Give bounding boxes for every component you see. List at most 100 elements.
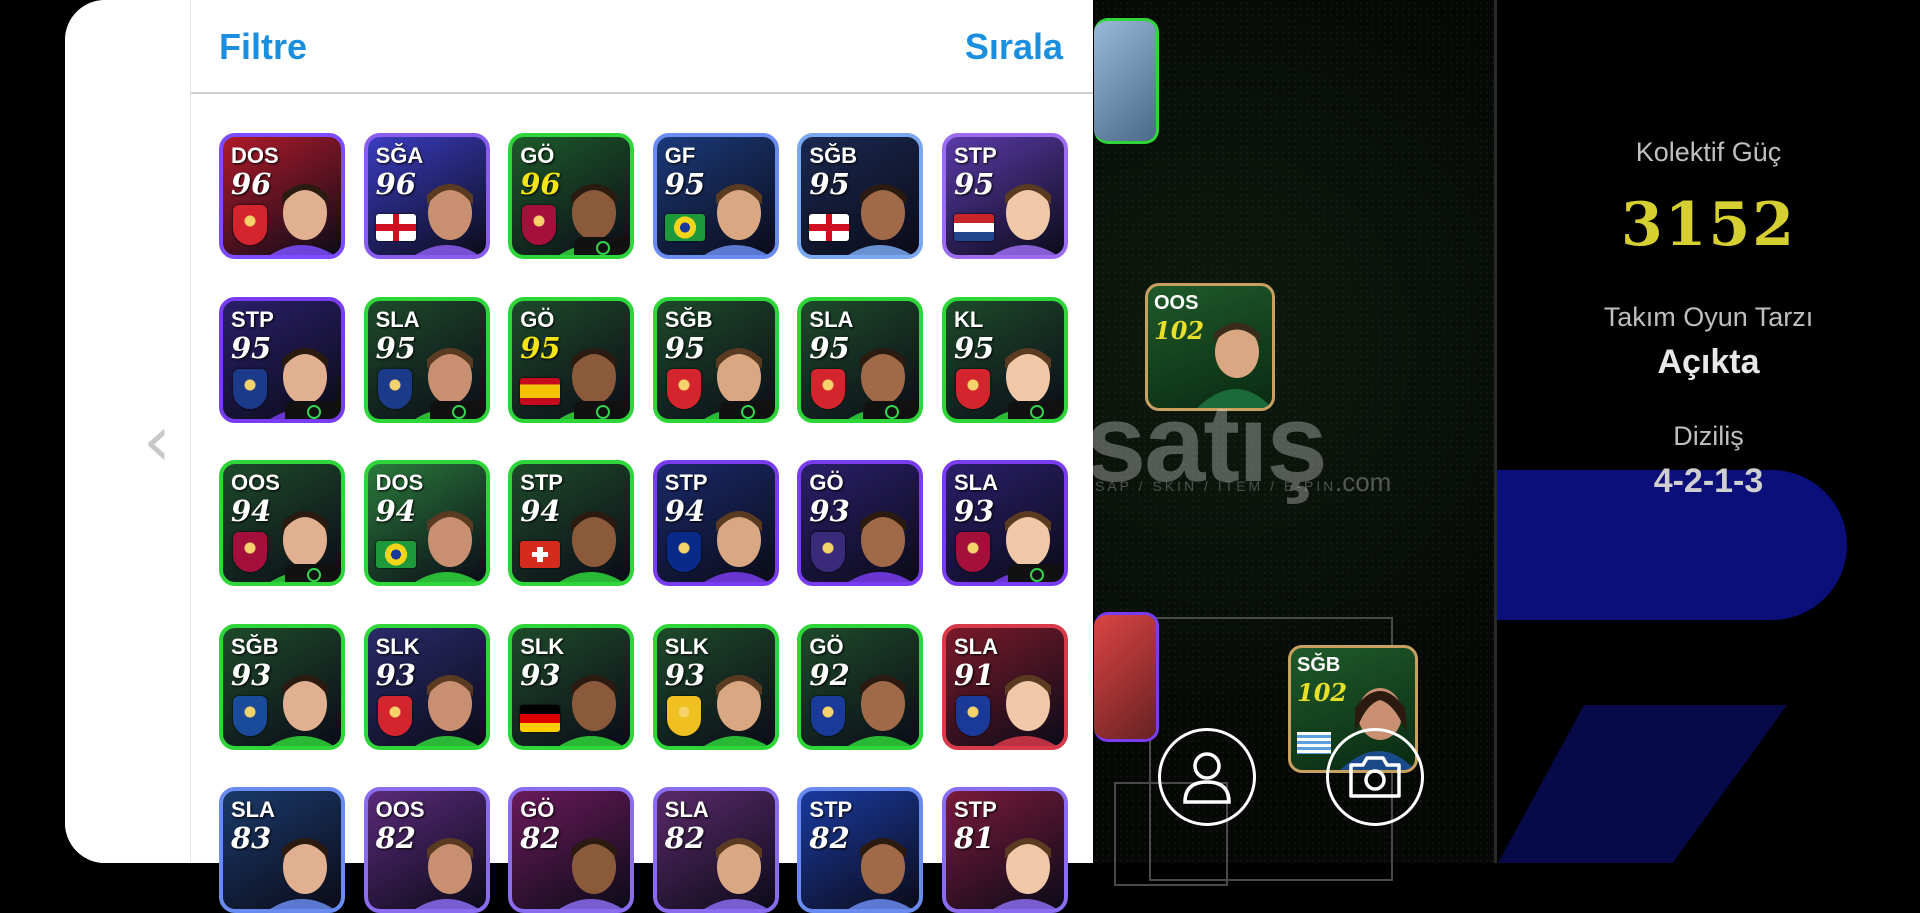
player-position: SLA xyxy=(375,306,420,332)
player-rating: 93 xyxy=(520,657,561,692)
modal-left-strip: ‹ xyxy=(65,0,191,863)
player-card[interactable]: DOS 94 xyxy=(363,460,490,586)
club-crest-icon xyxy=(666,695,701,736)
player-card[interactable]: SLA 83 xyxy=(219,787,345,913)
play-style-value: Açıkta xyxy=(1657,343,1760,381)
player-card[interactable]: SLA 95 xyxy=(797,296,924,423)
player-position: SLK xyxy=(520,633,565,659)
player-rating: 96 xyxy=(231,167,272,201)
player-rating: 94 xyxy=(231,494,272,528)
watermark-subtitle: SAP / SKIN / ITEM / E-PIN xyxy=(1095,478,1337,494)
player-position: STP xyxy=(664,470,708,495)
player-card[interactable]: STP 95 xyxy=(942,133,1068,259)
field-card-position: SĞB xyxy=(1297,654,1341,676)
player-rating: 95 xyxy=(520,330,561,365)
player-card[interactable]: SĞA 96 xyxy=(363,133,490,259)
player-position: STP xyxy=(809,797,853,822)
club-crest-icon xyxy=(233,532,267,572)
player-position: GÖ xyxy=(520,143,555,168)
playstyle-badge-icon xyxy=(574,237,631,255)
player-rating: 94 xyxy=(520,494,561,528)
player-rating: 93 xyxy=(809,494,850,528)
player-rating: 83 xyxy=(231,821,272,855)
player-position: STP xyxy=(231,306,274,332)
playstyle-badge-icon xyxy=(285,564,341,582)
watermark-suffix: .com xyxy=(1335,467,1392,497)
player-position: SLA xyxy=(664,797,709,822)
club-crest-icon xyxy=(233,695,267,736)
flag-england-icon xyxy=(809,214,850,241)
player-rating: 95 xyxy=(375,330,416,365)
profile-button[interactable] xyxy=(1158,728,1256,826)
camera-button[interactable] xyxy=(1326,728,1424,826)
filter-button[interactable]: Filtre xyxy=(219,26,307,68)
player-card[interactable]: STP 95 xyxy=(219,296,345,423)
player-card[interactable]: GÖ 93 xyxy=(797,460,924,586)
player-card[interactable]: STP 94 xyxy=(508,460,635,586)
player-card[interactable]: DOS 96 xyxy=(219,133,345,259)
player-rating: 95 xyxy=(809,167,850,201)
player-card[interactable]: SĞB 95 xyxy=(652,296,779,423)
player-rating: 95 xyxy=(954,330,995,365)
player-rating: 95 xyxy=(231,330,272,365)
player-card[interactable]: GÖ 95 xyxy=(508,296,635,423)
player-card[interactable]: STP 82 xyxy=(797,787,924,913)
sort-button[interactable]: Sırala xyxy=(965,26,1063,68)
playstyle-badge-icon xyxy=(863,400,920,419)
flag-switzerland-icon xyxy=(520,541,561,568)
player-rating: 81 xyxy=(954,821,995,855)
player-position: SĞA xyxy=(375,143,424,168)
field-card-partial[interactable] xyxy=(1094,18,1159,144)
field-card-partial[interactable] xyxy=(1094,612,1159,742)
player-position: SLK xyxy=(664,633,709,659)
player-card[interactable]: SLA 93 xyxy=(942,460,1068,586)
player-rating: 82 xyxy=(520,821,561,855)
player-card[interactable]: SLK 93 xyxy=(508,623,635,750)
player-card[interactable]: KL 95 xyxy=(942,296,1068,423)
player-position: SLK xyxy=(375,633,420,659)
player-rating: 93 xyxy=(664,657,706,692)
player-card[interactable]: STP 81 xyxy=(942,787,1068,913)
player-card[interactable]: OOS 82 xyxy=(363,787,490,913)
club-crest-icon xyxy=(956,695,990,736)
player-position: SLA xyxy=(809,306,854,332)
club-crest-icon xyxy=(811,532,846,572)
player-card[interactable]: SLA 91 xyxy=(942,623,1068,750)
person-icon xyxy=(1183,752,1231,804)
player-card[interactable]: SLK 93 xyxy=(363,623,490,750)
player-card[interactable]: SĞB 93 xyxy=(219,623,345,750)
player-card[interactable]: STP 94 xyxy=(652,460,779,586)
playstyle-badge-icon xyxy=(718,400,775,419)
playstyle-badge-icon xyxy=(1008,564,1064,582)
player-rating: 91 xyxy=(954,657,995,692)
club-crest-icon xyxy=(233,205,267,245)
flag-netherlands-icon xyxy=(954,214,994,241)
player-card[interactable]: OOS 94 xyxy=(219,460,345,586)
club-crest-icon xyxy=(956,368,990,409)
player-position: SĞB xyxy=(231,633,279,659)
player-card[interactable]: GF 95 xyxy=(652,133,779,259)
flag-spain-icon xyxy=(520,377,561,405)
player-position: OOS xyxy=(375,797,425,822)
player-rating: 94 xyxy=(375,494,416,528)
player-card[interactable]: SĞB 95 xyxy=(797,133,924,259)
field-card-position: OOS xyxy=(1154,292,1199,314)
player-card[interactable]: SLK 93 xyxy=(652,623,779,750)
player-card[interactable]: GÖ 96 xyxy=(508,133,635,259)
formation-value: 4-2-1-3 xyxy=(1653,462,1764,500)
player-card[interactable]: GÖ 92 xyxy=(797,623,924,750)
flag-brazil-icon xyxy=(664,214,705,241)
back-chevron-icon[interactable]: ‹ xyxy=(143,400,171,482)
player-card[interactable]: SLA 95 xyxy=(363,296,490,423)
player-position: SĞB xyxy=(664,306,713,332)
player-position: STP xyxy=(520,470,563,495)
formation-label: Diziliş xyxy=(1673,421,1744,451)
player-position: OOS xyxy=(231,470,280,495)
player-position: DOS xyxy=(375,470,424,495)
player-rating: 82 xyxy=(375,821,416,855)
flag-brazil-icon xyxy=(375,541,416,568)
player-position: STP xyxy=(954,797,997,822)
player-rating: 82 xyxy=(664,821,706,855)
player-card[interactable]: GÖ 82 xyxy=(508,787,635,913)
player-card[interactable]: SLA 82 xyxy=(652,787,779,913)
